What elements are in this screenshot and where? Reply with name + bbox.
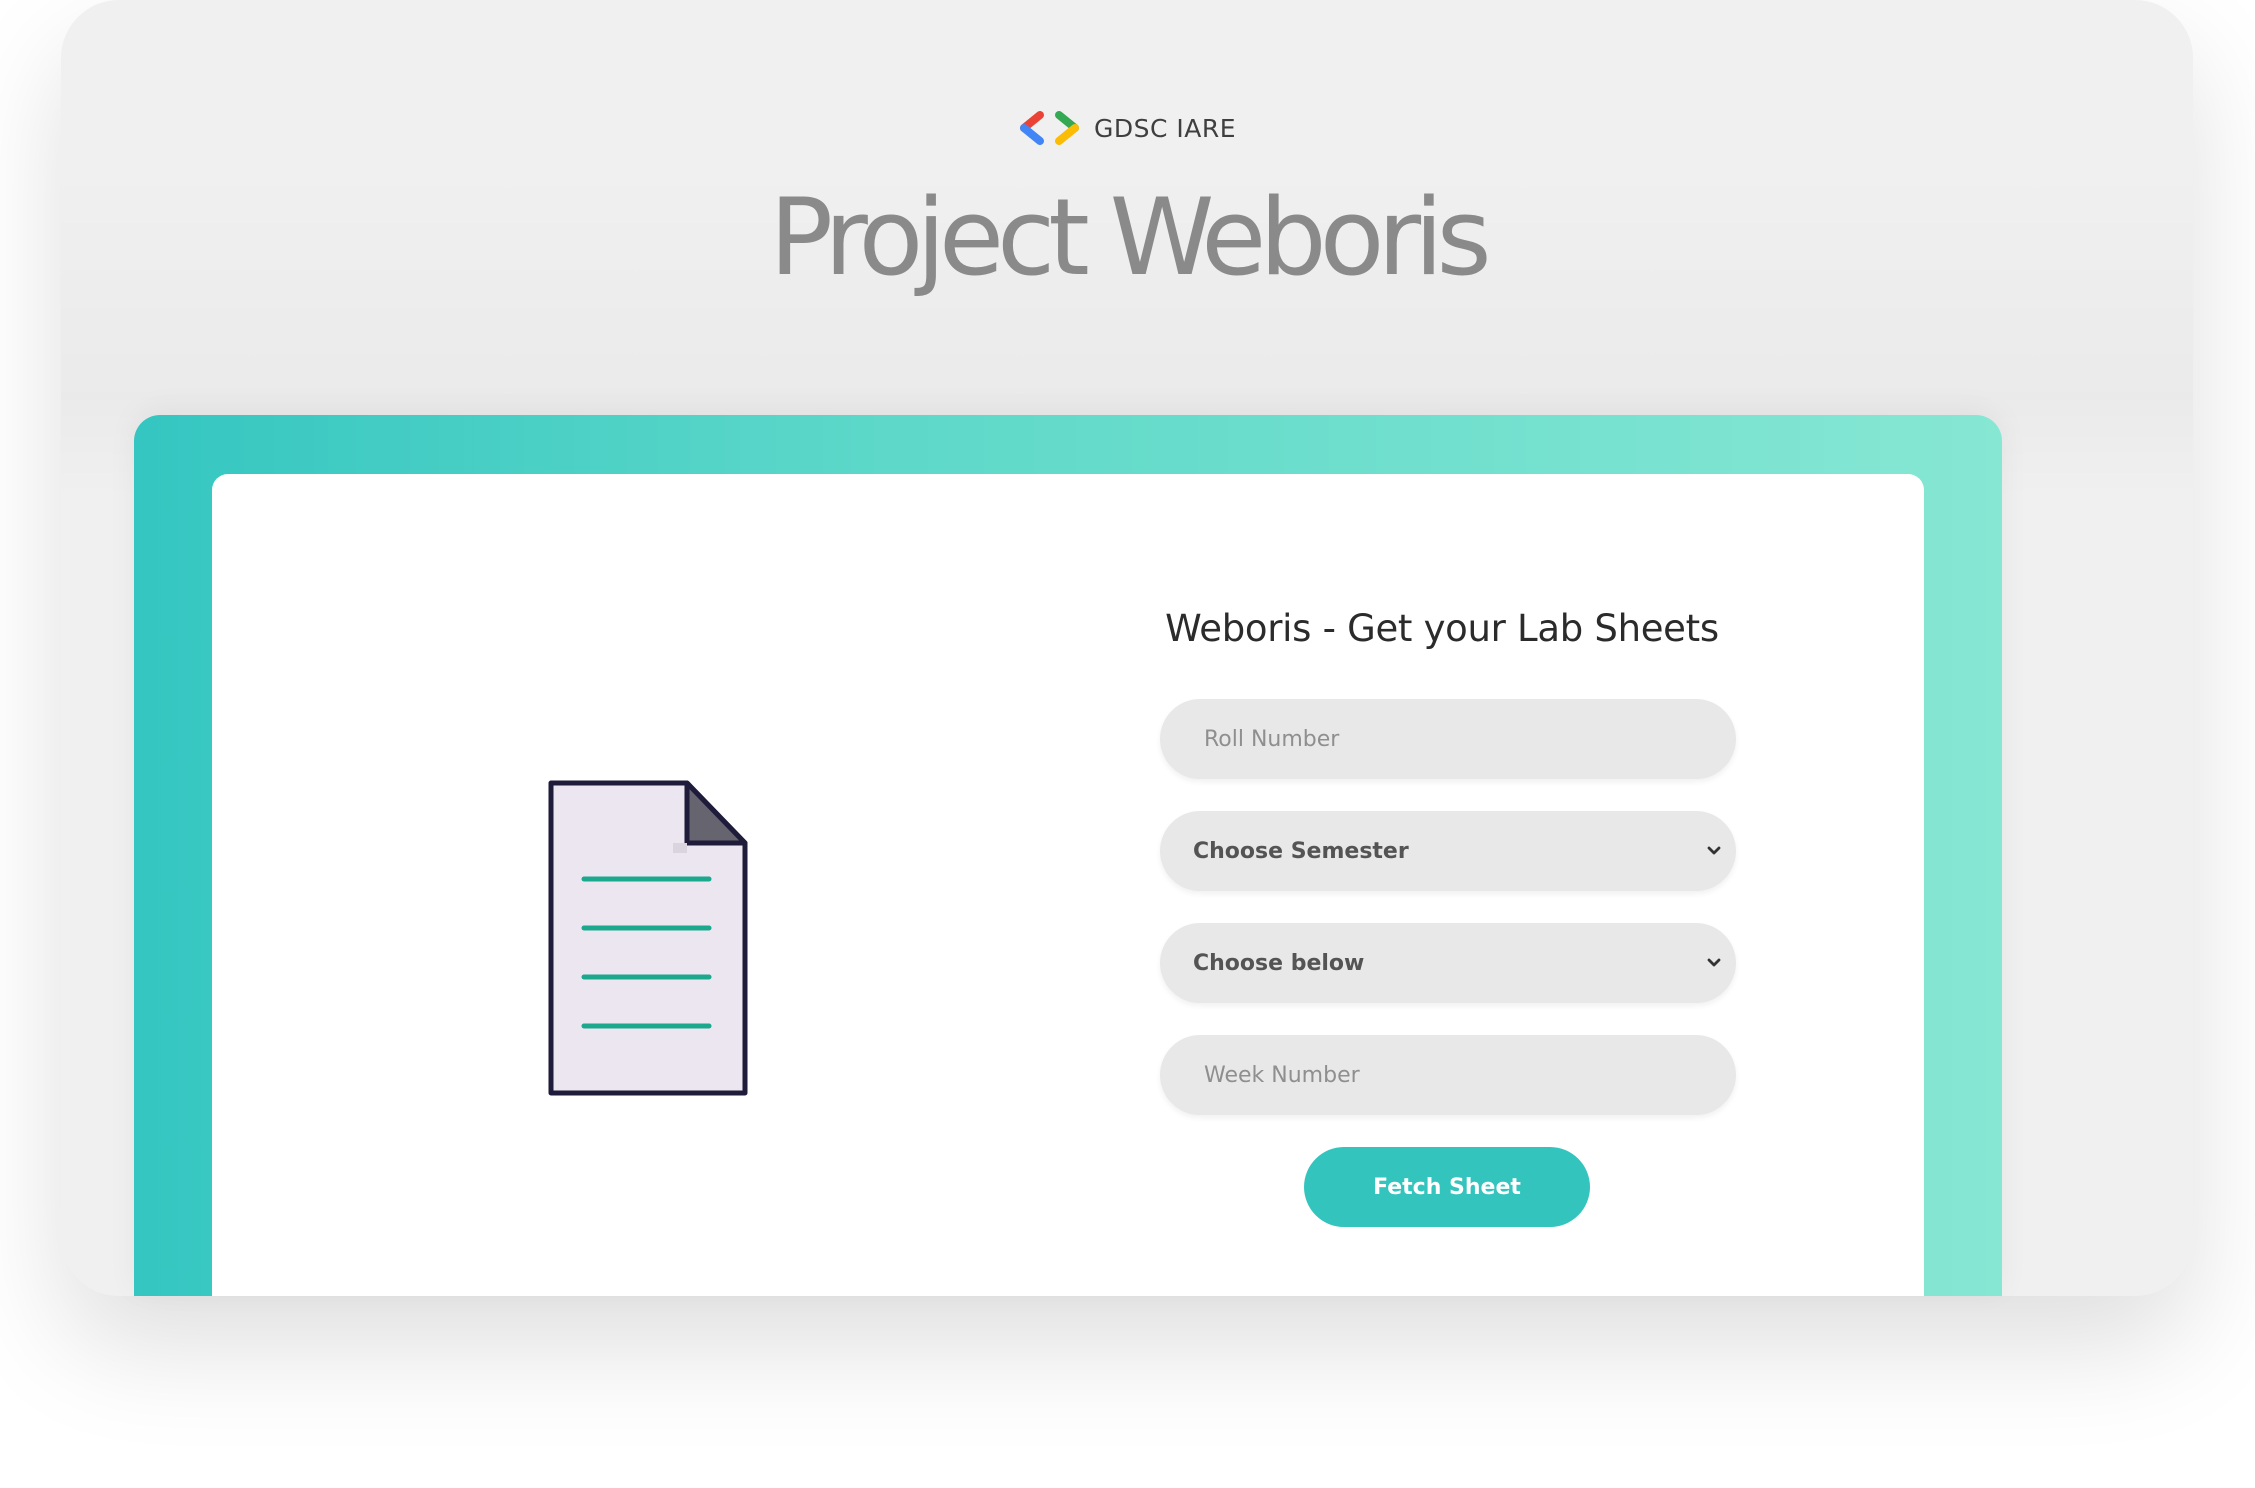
chevron-down-icon (1706, 845, 1722, 857)
brand: GDSC IARE (61, 108, 2193, 148)
form-title: Weboris - Get your Lab Sheets (1165, 607, 1719, 650)
page-title: Project Weboris (769, 176, 1492, 299)
semester-select-value: Choose Semester (1193, 838, 1409, 864)
document-icon (547, 779, 751, 1104)
week-number-field (1160, 1035, 1736, 1115)
gdsc-logo-icon (1018, 111, 1084, 145)
roll-number-field (1160, 699, 1736, 779)
week-number-input[interactable] (1160, 1035, 1736, 1115)
subject-select-value: Choose below (1193, 950, 1365, 976)
chevron-down-icon (1706, 957, 1722, 969)
content-panel: Weboris - Get your Lab Sheets Choose Sem… (212, 474, 1924, 1296)
brand-name: GDSC IARE (1093, 113, 1237, 143)
app-frame: Weboris - Get your Lab Sheets Choose Sem… (134, 415, 2002, 1296)
page: GDSC IARE Project Weboris Weboris - Get … (0, 0, 2255, 1488)
lab-sheet-form: Weboris - Get your Lab Sheets Choose Sem… (1160, 604, 1736, 1227)
subject-select[interactable]: Choose below (1160, 923, 1736, 1003)
semester-select[interactable]: Choose Semester (1160, 811, 1736, 891)
roll-number-input[interactable] (1160, 699, 1736, 779)
fetch-sheet-button[interactable]: Fetch Sheet (1304, 1147, 1590, 1227)
